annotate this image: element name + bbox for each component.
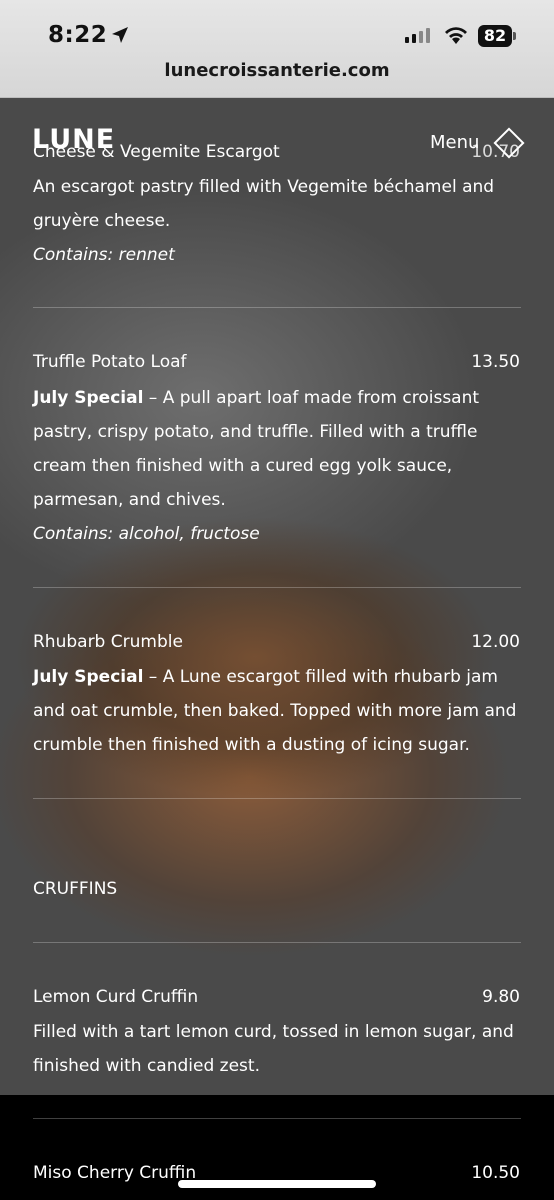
site-logo[interactable]: LUNE [32,124,115,155]
divider [33,587,521,588]
special-label: July Special [33,667,144,687]
menu-item-price: 13.50 [471,352,520,372]
battery-icon: 82 [478,25,512,47]
divider [33,307,521,308]
menu-item-allergens: Contains: rennet [33,245,175,265]
battery-cap [513,32,516,40]
divider [33,1118,521,1119]
menu-item-description: Filled with a tart lemon curd, tossed in… [33,1022,514,1076]
address-bar-url[interactable]: lunecroissanterie.com [0,60,554,81]
menu-item-description: July Special – A pull apart loaf made fr… [33,381,521,517]
location-arrow-icon [112,27,128,43]
status-bar: 8:22 82 lunecroissanterie.com [0,0,554,98]
menu-item-price: 10.50 [471,1163,520,1183]
menu-diamond-icon[interactable] [490,124,528,162]
special-label: July Special [33,388,144,408]
divider [33,798,521,799]
home-indicator[interactable] [178,1180,376,1188]
menu-item-name: Lemon Curd Cruffin [33,987,199,1007]
menu-item-allergens: Contains: alcohol, fructose [33,524,260,544]
cellular-signal-icon [405,28,430,43]
section-heading-cruffins: CRUFFINS [33,879,118,899]
menu-item-name: Rhubarb Crumble [33,632,183,652]
menu-button[interactable]: Menu [430,132,479,153]
menu-item-description: July Special – A Lune escargot filled wi… [33,660,521,762]
menu-item-price: 9.80 [482,987,520,1007]
menu-item-description: An escargot pastry filled with Vegemite … [33,177,495,231]
menu-item-price: 12.00 [471,632,520,652]
menu-item-name: Miso Cherry Cruffin [33,1163,197,1183]
menu-item-name: Truffle Potato Loaf [33,352,187,372]
wifi-icon [445,27,467,44]
divider [33,942,521,943]
clock: 8:22 [48,22,108,48]
